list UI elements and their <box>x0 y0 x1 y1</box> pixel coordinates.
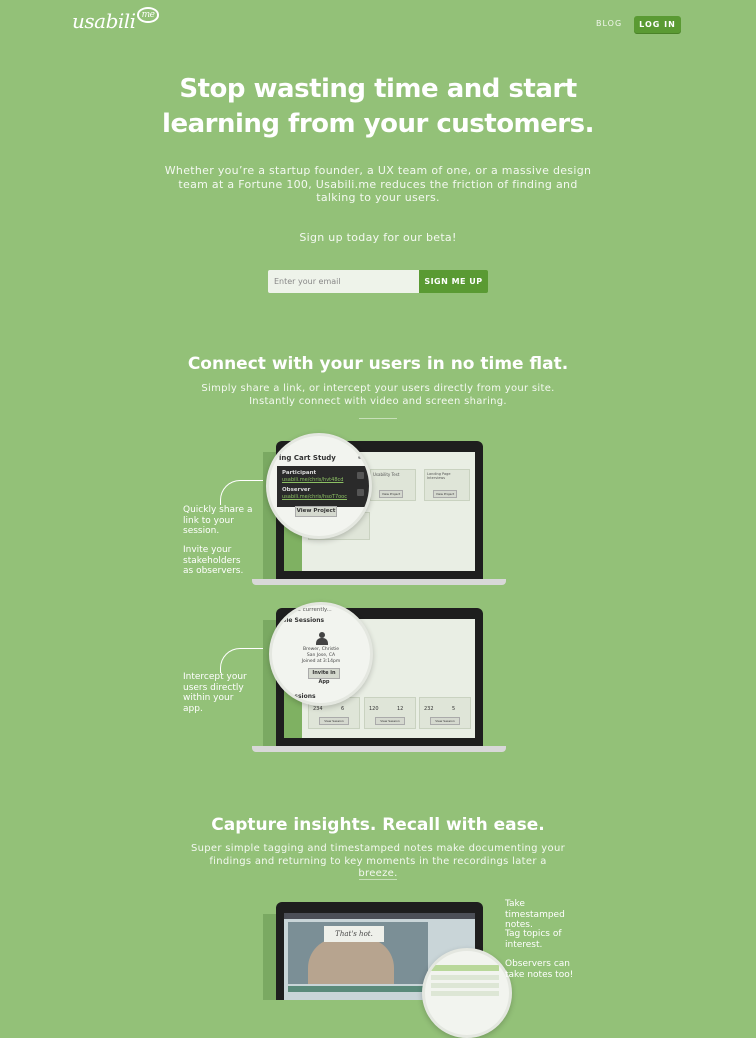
section-capture-description: Super simple tagging and timestamped not… <box>191 843 565 879</box>
view-project-mini-button: View Project <box>433 490 457 498</box>
session-stat: 5 <box>452 706 456 712</box>
session-card: 120 12 View Session <box>364 697 416 729</box>
magnifier-notes <box>422 948 512 1038</box>
section-capture-title: Capture insights. Recall with ease. <box>211 815 545 835</box>
project-card: Landing Page Interviews View Project <box>424 469 470 501</box>
login-button[interactable]: LOG IN <box>634 16 681 33</box>
annotation-arrow-icon <box>220 648 263 673</box>
note-row <box>431 983 499 988</box>
logo-speech-bubble-icon: me <box>136 7 160 23</box>
timeline-bar[interactable] <box>288 986 428 992</box>
section-connect-title: Connect with your users in no time flat. <box>187 354 569 374</box>
observer-label: Observer <box>282 487 311 493</box>
user-joined: Joined at 3:14pm <box>301 659 341 664</box>
video-subject <box>308 938 394 984</box>
nav-blog-link[interactable]: BLOG <box>596 19 622 28</box>
magnifier-intercept: le currently... able Sessions Brewer, Ch… <box>269 602 373 706</box>
note-tag-topics: Tag topics of interest. <box>505 929 562 950</box>
note-observers: Observers can take notes too! <box>505 959 574 980</box>
headline-line-2: learning from your customers. <box>162 109 594 139</box>
note-highlight <box>431 965 499 971</box>
laptop-2-base <box>252 746 506 752</box>
logo[interactable]: usabili me <box>72 7 160 33</box>
annotation-arrow-icon <box>220 480 263 505</box>
observer-link[interactable]: usabili.me/chris/hsoT7ooc <box>282 494 347 500</box>
note-share-link: Quickly share a link to your session. <box>183 505 253 536</box>
logo-text: usabili <box>72 9 136 33</box>
share-link-panel: Participant usabili.me/chris/hvt48cd Obs… <box>277 466 369 507</box>
video-slide-title: That's hot. <box>324 926 384 942</box>
note-row <box>431 975 499 980</box>
study-title: ing Cart Study <box>279 454 336 462</box>
view-session-button: View Session <box>319 717 349 725</box>
invite-in-app-button[interactable]: Invite in App <box>308 668 340 685</box>
hero-subtext: Whether you’re a startup founder, a UX t… <box>164 164 592 204</box>
video-recording: That's hot. <box>288 922 428 984</box>
sessions-label: Sessions <box>286 693 316 700</box>
view-project-mini-button: View Project <box>379 490 403 498</box>
beta-text: Sign up today for our beta! <box>299 231 457 244</box>
session-stat: 232 <box>424 706 434 712</box>
laptop-shadow <box>263 914 277 1000</box>
participant-label: Participant <box>282 470 317 476</box>
view-session-button: View Session <box>375 717 405 725</box>
note-intercept: Intercept your users directly within you… <box>183 672 247 714</box>
magnifier-share-link: ing Cart Study ⚭ Participant usabili.me/… <box>266 433 372 539</box>
session-stat: 120 <box>369 706 379 712</box>
session-card: 232 5 View Session <box>419 697 471 729</box>
copy-icon[interactable] <box>357 472 364 479</box>
session-stat: 6 <box>341 706 345 712</box>
copy-icon[interactable] <box>357 489 364 496</box>
note-row <box>431 991 499 996</box>
participant-link[interactable]: usabili.me/chris/hvt48cd <box>282 477 343 483</box>
note-invite-observers: Invite your stakeholders as observers. <box>183 545 244 576</box>
email-input[interactable]: Enter your email <box>268 270 419 293</box>
view-session-button: View Session <box>430 717 460 725</box>
section-divider <box>359 418 397 419</box>
view-project-button[interactable]: View Project <box>295 506 337 517</box>
hero-headline: Stop wasting time and start learning fro… <box>0 72 756 142</box>
note-timestamped: Take timestamped notes. <box>505 899 565 930</box>
project-card-title: Landing Page Interviews <box>427 472 451 480</box>
project-card: Usability Test View Project <box>370 469 416 501</box>
user-details: Brewer, Christie San Jose, CA Joined at … <box>272 647 370 665</box>
signup-button[interactable]: SIGN ME UP <box>419 270 488 293</box>
app-toolbar <box>284 913 475 919</box>
section-connect-description: Simply share a link, or intercept your u… <box>201 383 555 407</box>
session-stat: 12 <box>397 706 404 712</box>
session-stat: 234 <box>313 706 323 712</box>
available-sessions-label: able Sessions <box>278 617 325 624</box>
currently-label: le currently... <box>296 607 332 613</box>
headline-line-1: Stop wasting time and start <box>179 74 577 104</box>
section-divider <box>359 879 397 880</box>
link-icon: ⚭ <box>357 454 363 462</box>
laptop-1-base <box>252 579 506 585</box>
user-avatar-icon <box>316 632 328 645</box>
project-card-title: Usability Test <box>373 472 400 477</box>
